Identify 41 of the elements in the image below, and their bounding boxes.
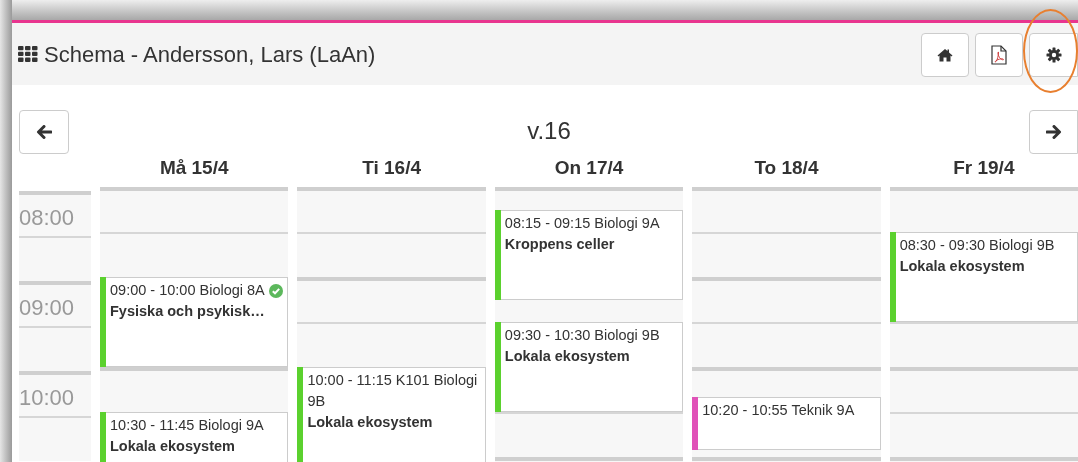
- page-title: Schema - Andersson, Lars (LaAn): [44, 40, 376, 69]
- home-button[interactable]: [921, 33, 969, 77]
- lesson-card[interactable]: 10:20 - 10:55 Teknik 9A: [692, 397, 881, 450]
- pdf-file-icon: [991, 45, 1007, 65]
- lesson-title: Lokala ekosystem: [899, 257, 1026, 276]
- lesson-time: 08:30 - 09:30 Biologi 9B: [899, 236, 1056, 255]
- day-heading: Ti 16/4: [361, 156, 422, 180]
- day-heading: Fr 19/4: [952, 156, 1016, 180]
- arrow-left-icon: [36, 125, 52, 139]
- lesson-card[interactable]: 10:00 - 11:15 K101 Biologi 9B Lokala ekosystem: [297, 367, 486, 462]
- lesson-time: 10:20 - 10:55 Teknik 9A: [702, 401, 856, 420]
- time-label: 09:00: [19, 294, 75, 322]
- week-label: v.16: [527, 116, 571, 146]
- day-heading: To 18/4: [753, 156, 820, 180]
- lesson-title: Kroppens celler: [504, 234, 616, 254]
- next-week-button[interactable]: [1029, 110, 1078, 154]
- lesson-time: 09:00 - 10:00 Biologi 8A: [110, 281, 266, 300]
- lesson-time: 09:30 - 10:30 Biologi 9B: [504, 326, 661, 345]
- lesson-card[interactable]: 09:30 - 10:30 Biologi 9B Lokala ekosystem: [494, 322, 684, 412]
- settings-button[interactable]: [1029, 33, 1078, 77]
- settings-icon: [1045, 47, 1062, 63]
- grid-menu-icon[interactable]: [18, 46, 38, 62]
- lesson-time: 08:15 - 09:15 Biologi 9A: [504, 213, 661, 233]
- time-label: 10:00: [19, 384, 75, 412]
- lesson-card[interactable]: 09:00 - 10:00 Biologi 8A Fysiska och psykisk…: [100, 277, 289, 367]
- arrow-right-icon: [1045, 125, 1062, 139]
- pdf-button[interactable]: [975, 33, 1023, 77]
- day-heading: On 17/4: [553, 156, 625, 180]
- lesson-title: Lokala ekosystem: [110, 437, 236, 456]
- lesson-title: Fysiska och psykisk…: [110, 302, 266, 321]
- lesson-time: 10:00 - 11:15 K101 Biologi 9B: [307, 371, 479, 411]
- lesson-card[interactable]: 10:30 - 11:45 Biologi 9A Lokala ekosystem: [100, 412, 289, 462]
- time-label: 08:00: [19, 204, 75, 232]
- lesson-card[interactable]: 08:30 - 09:30 Biologi 9B Lokala ekosystem: [889, 232, 1078, 322]
- lesson-title: Lokala ekosystem: [504, 347, 631, 366]
- lesson-title: Lokala ekosystem: [307, 413, 434, 432]
- day-heading: Må 15/4: [158, 156, 230, 180]
- home-icon: [937, 48, 953, 62]
- previous-week-button[interactable]: [19, 110, 69, 154]
- lesson-time: 10:30 - 11:45 Biologi 9A: [110, 416, 265, 435]
- lesson-card[interactable]: 08:15 - 09:15 Biologi 9A Kroppens celler: [494, 209, 684, 300]
